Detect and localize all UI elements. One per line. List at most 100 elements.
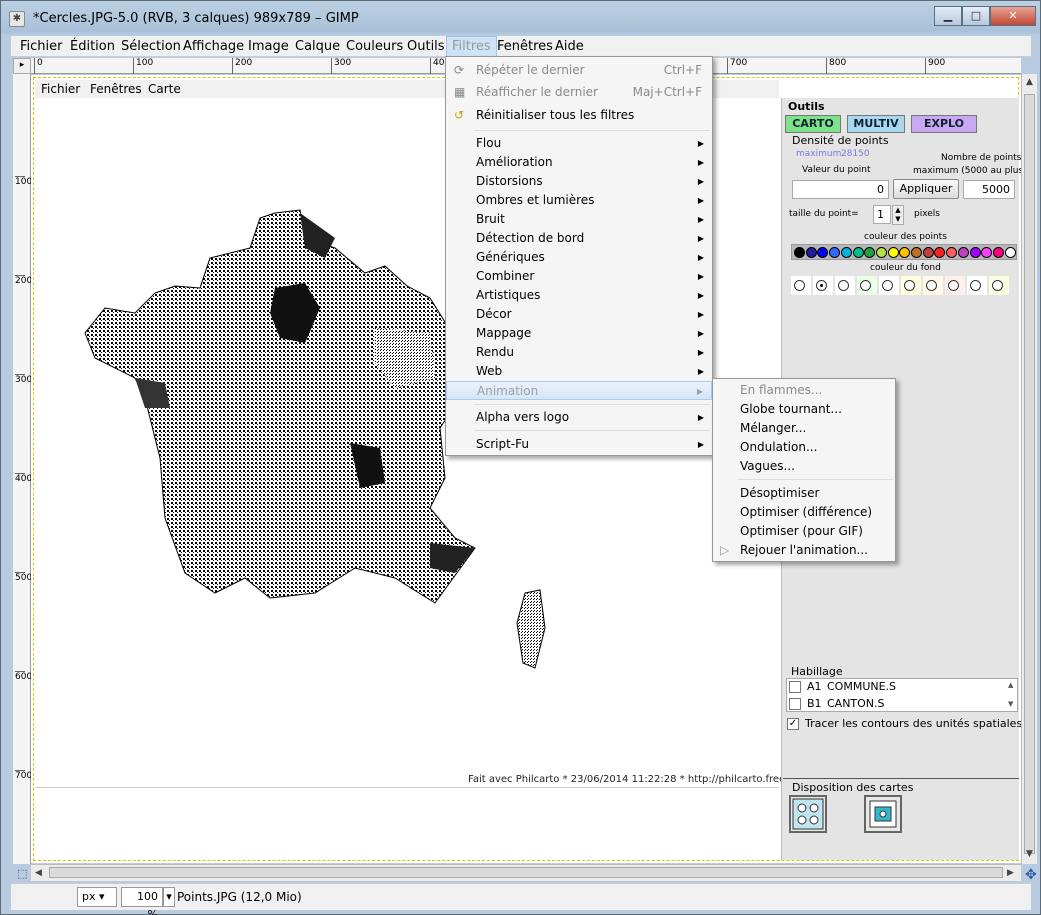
bg-color-cell[interactable] <box>901 276 921 295</box>
point-color-swatch[interactable] <box>957 247 969 258</box>
menu-item-amelioration[interactable]: Amélioration ▶ <box>446 153 712 172</box>
menu-fichier[interactable]: Fichier <box>20 39 63 54</box>
zoom-dropdown-icon[interactable]: ▾ <box>163 887 175 907</box>
point-color-swatch[interactable] <box>805 247 817 258</box>
menu-fenetres[interactable]: Fenêtres <box>497 39 553 54</box>
menu-affichage[interactable]: Affichage <box>183 39 244 54</box>
submenu-item-globe-tournant[interactable]: Globe tournant... <box>713 400 895 419</box>
submenu-item-desoptimiser[interactable]: Désoptimiser <box>713 484 895 503</box>
navigate-icon[interactable]: ✥ <box>1025 867 1037 883</box>
bg-color-radio[interactable] <box>816 280 827 291</box>
bg-color-cell[interactable] <box>989 276 1009 295</box>
tab-carto[interactable]: CARTO <box>785 115 841 133</box>
menu-item-web[interactable]: Web ▶ <box>446 362 712 381</box>
layout-single-map-button[interactable] <box>864 795 902 833</box>
menu-item-combiner[interactable]: Combiner ▶ <box>446 267 712 286</box>
point-color-swatch[interactable] <box>817 247 829 258</box>
menu-item-detection-bord[interactable]: Détection de bord ▶ <box>446 229 712 248</box>
menu-item-alpha-logo[interactable]: Alpha vers logo ▶ <box>446 408 712 427</box>
close-button[interactable]: ✕ <box>990 6 1036 26</box>
apply-button[interactable]: Appliquer <box>893 179 959 199</box>
vertical-scrollbar[interactable]: ▲ ▼ <box>1021 74 1037 864</box>
submenu-item-rejouer[interactable]: ▷ Rejouer l'animation... <box>713 541 895 560</box>
menu-item-decor[interactable]: Décor ▶ <box>446 305 712 324</box>
point-color-swatch[interactable] <box>899 247 911 258</box>
bg-color-cell[interactable] <box>813 276 833 295</box>
philcarto-menu-carte[interactable]: Carte <box>148 82 181 96</box>
bg-color-radio[interactable] <box>794 280 805 291</box>
menu-item-generiques[interactable]: Génériques ▶ <box>446 248 712 267</box>
bg-color-radio[interactable] <box>838 280 849 291</box>
menu-image[interactable]: Image <box>248 39 289 54</box>
menu-item-ombres[interactable]: Ombres et lumières ▶ <box>446 191 712 210</box>
point-color-swatch[interactable] <box>864 247 876 258</box>
habillage-checkbox-b1[interactable] <box>789 698 801 710</box>
point-size-input[interactable]: 1 <box>873 205 891 224</box>
minimize-button[interactable]: ▁ <box>934 6 962 26</box>
point-color-swatch[interactable] <box>922 247 934 258</box>
point-color-swatch[interactable] <box>887 247 899 258</box>
scroll-down-icon[interactable]: ▼ <box>1026 849 1033 859</box>
point-color-swatch[interactable] <box>992 247 1004 258</box>
bg-color-radio[interactable] <box>992 280 1003 291</box>
point-color-swatch[interactable] <box>981 247 993 258</box>
menu-item-script-fu[interactable]: Script-Fu ▶ <box>446 435 712 454</box>
point-color-swatch[interactable] <box>840 247 852 258</box>
menu-item-mappage[interactable]: Mappage ▶ <box>446 324 712 343</box>
scroll-up-icon[interactable]: ▲ <box>1026 77 1033 87</box>
point-color-swatch[interactable] <box>829 247 841 258</box>
bg-color-cell[interactable] <box>857 276 877 295</box>
bg-color-radio[interactable] <box>904 280 915 291</box>
point-color-swatch[interactable] <box>875 247 887 258</box>
menu-aide[interactable]: Aide <box>555 39 584 54</box>
list-scroll-up-icon[interactable]: ▲ <box>1008 681 1013 689</box>
menu-outils[interactable]: Outils <box>407 39 445 54</box>
point-color-swatch[interactable] <box>946 247 958 258</box>
menu-filtres[interactable]: Filtres <box>446 36 497 57</box>
bg-color-cell[interactable] <box>791 276 811 295</box>
quick-mask-icon[interactable]: ⬚ <box>17 867 27 880</box>
menu-item-distorsions[interactable]: Distorsions ▶ <box>446 172 712 191</box>
bg-color-radio[interactable] <box>926 280 937 291</box>
point-color-swatch[interactable] <box>911 247 922 258</box>
point-color-swatch[interactable] <box>934 247 946 258</box>
maximize-button[interactable]: □ <box>962 6 990 26</box>
bg-color-cell[interactable] <box>945 276 965 295</box>
bg-color-cell[interactable] <box>923 276 943 295</box>
submenu-item-optimiser-difference[interactable]: Optimiser (différence) <box>713 503 895 522</box>
menu-item-reset-filters[interactable]: ↺ Réinitialiser tous les filtres <box>446 106 712 125</box>
submenu-item-en-flammes[interactable]: En flammes... <box>713 381 895 400</box>
horizontal-scroll-thumb[interactable] <box>49 867 1003 878</box>
tab-explo[interactable]: EXPLO <box>911 115 977 133</box>
unit-select[interactable]: px ▾ <box>77 887 117 907</box>
bg-color-cell[interactable] <box>879 276 899 295</box>
menu-item-artistiques[interactable]: Artistiques ▶ <box>446 286 712 305</box>
menu-item-reshow-last[interactable]: ▦ Réafficher le dernier Maj+Ctrl+F <box>446 83 712 102</box>
submenu-item-optimiser-gif[interactable]: Optimiser (pour GIF) <box>713 522 895 541</box>
menu-selection[interactable]: Sélection <box>121 39 181 54</box>
points-count-input[interactable]: 5000 <box>963 180 1015 199</box>
menu-item-flou[interactable]: Flou ▶ <box>446 134 712 153</box>
bg-color-cell[interactable] <box>835 276 855 295</box>
menu-item-animation[interactable]: Animation ▶ <box>446 381 712 400</box>
vertical-scroll-thumb[interactable] <box>1024 94 1035 854</box>
trace-contours-checkbox[interactable]: ✓ <box>787 718 799 730</box>
point-size-spinner[interactable]: ▲ ▼ <box>892 205 904 225</box>
list-scroll-down-icon[interactable]: ▼ <box>1008 700 1013 708</box>
point-color-swatch[interactable] <box>852 247 864 258</box>
bg-color-radio[interactable] <box>860 280 871 291</box>
bg-color-cell[interactable] <box>967 276 987 295</box>
submenu-item-melanger[interactable]: Mélanger... <box>713 419 895 438</box>
ruler-corner-button[interactable]: ▸ <box>13 58 31 74</box>
habillage-checkbox-a1[interactable] <box>789 681 801 693</box>
tab-multiv[interactable]: MULTIV <box>847 115 905 133</box>
layout-four-maps-button[interactable] <box>789 795 827 833</box>
menu-item-bruit[interactable]: Bruit ▶ <box>446 210 712 229</box>
scroll-right-icon[interactable]: ▶ <box>1007 868 1014 878</box>
scroll-left-icon[interactable]: ◀ <box>35 868 42 878</box>
point-value-input[interactable]: 0 <box>792 180 889 199</box>
horizontal-scrollbar[interactable]: ◀ ▶ <box>31 864 1021 881</box>
point-color-swatch[interactable] <box>969 247 981 258</box>
menu-couleurs[interactable]: Couleurs <box>346 39 403 54</box>
philcarto-menu-fichier[interactable]: Fichier <box>41 82 80 96</box>
